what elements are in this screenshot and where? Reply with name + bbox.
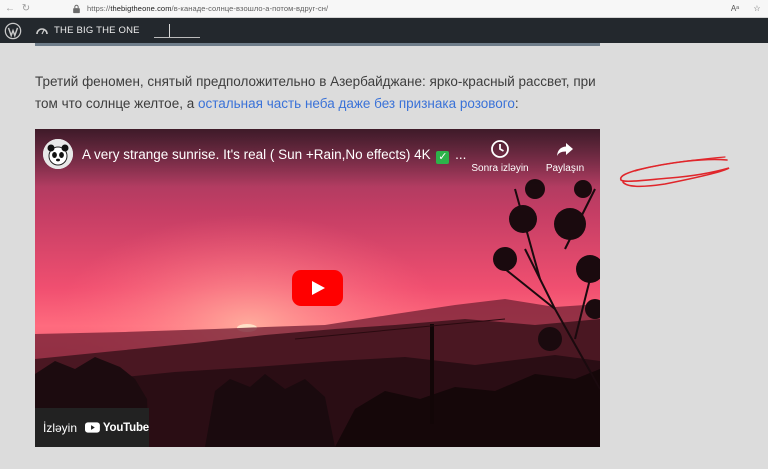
clock-icon [491,140,509,158]
wordpress-logo-icon[interactable] [4,22,22,40]
url-text: https://thebigtheone.com/в-канаде-солнце… [87,4,329,13]
watch-later-button[interactable]: Sonra izləyin [465,139,535,174]
share-button[interactable]: Paylaşın [540,139,590,174]
text-cursor [153,22,200,40]
refresh-icon[interactable]: ↻ [18,0,34,17]
article-paragraph: Третий феномен, снятый предположительно … [35,74,596,111]
channel-avatar[interactable] [43,139,73,169]
lock-icon [73,4,80,13]
red-annotation-arrow [619,156,730,188]
url-field[interactable]: https://thebigtheone.com/в-канаде-солнце… [72,2,328,15]
favorite-star-icon[interactable]: ☆ [746,4,768,13]
video-title[interactable]: A very strange sunrise. It's real ( Sun … [82,147,466,164]
article-link[interactable]: остальная часть неба даже без признака р… [198,96,515,111]
share-arrow-icon [557,143,573,156]
reader-mode-icon[interactable]: Aᵃ [724,4,746,13]
wp-admin-bar: THE BIG THE ONE [0,18,768,43]
previous-image-edge [35,43,600,46]
play-button-icon[interactable] [292,270,343,306]
back-arrow-icon[interactable]: ← [2,0,18,17]
youtube-logo-icon [85,422,100,433]
browser-address-bar: ← ↻ https://thebigtheone.com/в-канаде-со… [0,0,768,18]
youtube-embed[interactable]: A very strange sunrise. It's real ( Sun … [35,129,600,447]
watch-on-youtube-button[interactable]: İzləyin YouTube [35,408,149,447]
dashboard-gauge-icon[interactable] [36,25,48,37]
panda-avatar-icon [43,139,73,169]
check-mark-icon: ✓ [436,151,450,164]
site-title-link[interactable]: THE BIG THE ONE [54,25,140,36]
